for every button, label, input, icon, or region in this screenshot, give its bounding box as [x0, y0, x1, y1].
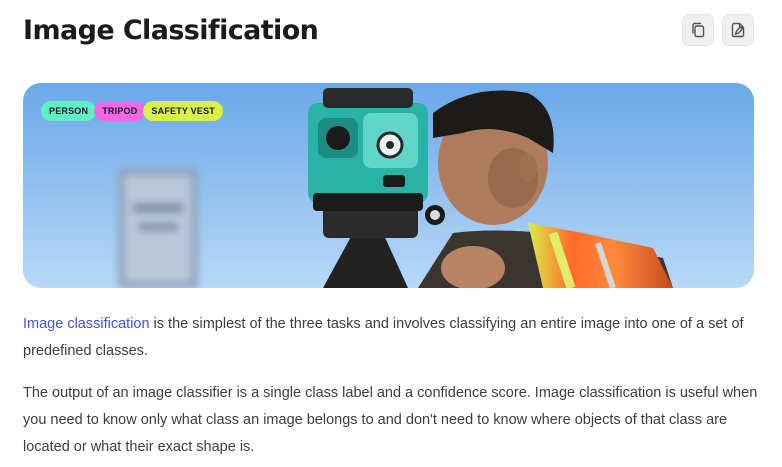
tag-person: PERSON — [41, 101, 97, 121]
edit-page-button[interactable] — [722, 14, 754, 46]
copy-icon — [692, 22, 705, 38]
header: Image Classification — [23, 8, 754, 52]
paragraph-2: The output of an image classifier is a s… — [23, 385, 758, 455]
article-body: Image classification is the simplest of … — [23, 311, 758, 467]
paragraph-1: Image classification is the simplest of … — [23, 311, 758, 365]
copy-button[interactable] — [682, 14, 714, 46]
tag-safety-vest: SAFETY VEST — [143, 101, 223, 121]
tag-tripod: TRIPOD — [94, 101, 146, 121]
hero-image: PERSON TRIPOD SAFETY VEST — [23, 83, 754, 288]
image-classification-link[interactable]: Image classification — [23, 316, 150, 332]
header-actions — [682, 14, 754, 46]
detection-tags: PERSON TRIPOD SAFETY VEST — [41, 101, 223, 121]
edit-document-icon — [731, 22, 745, 38]
page: Image Classification PERSON TRIPOD SAFET… — [0, 0, 782, 467]
page-title: Image Classification — [23, 14, 319, 46]
